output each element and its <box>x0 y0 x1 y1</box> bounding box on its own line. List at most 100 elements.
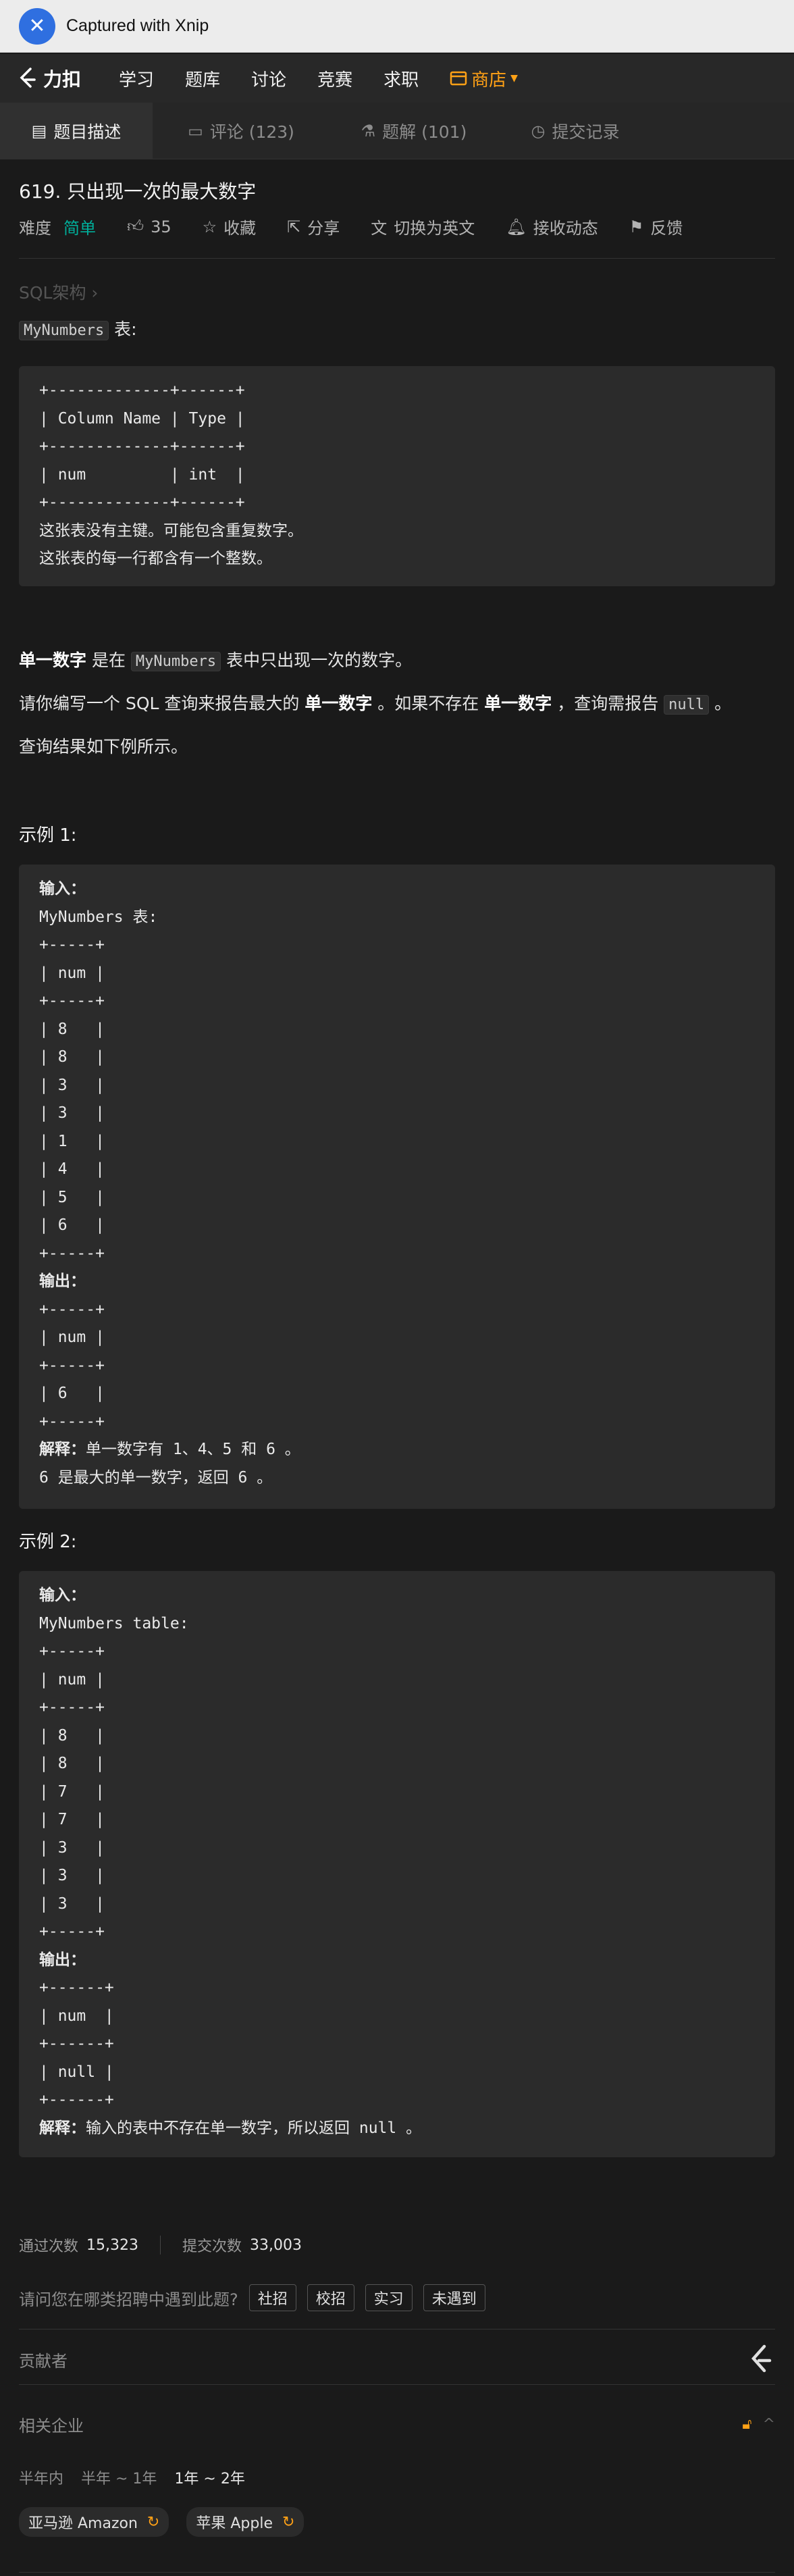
schema-caption-suffix: 表: <box>109 319 137 339</box>
p2-term-1: 单一数字 <box>305 694 373 713</box>
flag-icon: ⚑ <box>629 217 644 236</box>
leetcode-logo-icon <box>20 68 36 88</box>
capture-title: Captured with Xnip <box>66 16 209 35</box>
range-half-to-one-year[interactable]: 半年 ~ 1年 <box>81 2467 157 2488</box>
term-single-number: 单一数字 <box>19 650 87 670</box>
tab-submissions-label: 提交记录 <box>552 122 620 142</box>
example-1-output-code: +-----+ | num | +-----+ | 6 | +-----+ <box>39 1300 105 1431</box>
example-2-explain-label: 解释： <box>39 2119 86 2137</box>
p2-text-a: 请你编写一个 SQL 查询来报告最大的 <box>19 694 305 713</box>
example-2-output-label: 输出： <box>39 1951 86 1969</box>
nav-learn[interactable]: 学习 <box>119 66 154 91</box>
p2-code-null: null <box>664 695 710 715</box>
example-2-block: 输入： MyNumbers table: +-----+ | num | +--… <box>19 1571 775 2157</box>
share-button[interactable]: ⇱ 分享 <box>287 215 340 238</box>
feedback-button[interactable]: ⚑ 反馈 <box>629 215 683 238</box>
submitted-label: 提交次数 <box>182 2238 242 2255</box>
hiring-option-none[interactable]: 未遇到 <box>423 2284 485 2311</box>
tab-comments[interactable]: ▭ 评论 (123) <box>153 103 329 159</box>
contributors-divider-bottom <box>19 2384 775 2385</box>
contributors-row[interactable]: 贡献者 <box>19 2344 775 2375</box>
schema-note-2: 这张表的每一行都含有一个整数。 <box>39 550 272 567</box>
notify-button[interactable]: 🔔︎ 接收动态 <box>506 215 598 238</box>
thumbs-up-icon: 👍︎ <box>127 217 144 236</box>
chevron-down-icon: ▼ <box>510 73 518 84</box>
problem-title: 619. 只出现一次的最大数字 <box>19 180 257 203</box>
schema-table-name: MyNumbers <box>19 321 109 340</box>
notify-label: 接收动态 <box>533 219 598 238</box>
brand-name: 力扣 <box>43 68 82 91</box>
brand-logo[interactable]: 力扣 <box>18 65 81 92</box>
contributors-label: 贡献者 <box>19 2351 68 2371</box>
leetcode-small-icon: ↻ <box>147 2513 160 2531</box>
range-half-year[interactable]: 半年内 <box>19 2467 63 2488</box>
top-navigation: 力扣 学习 题库 讨论 竞赛 求职 商店 ▼ <box>0 54 794 103</box>
accepted-count: 15,323 <box>86 2236 138 2254</box>
like-button[interactable]: 👍︎ 35 <box>127 217 171 236</box>
companies-label: 相关企业 <box>19 2417 84 2436</box>
unlock-icon: 🔓︎ <box>742 2416 752 2433</box>
stats-separator <box>160 2236 161 2255</box>
tab-submissions[interactable]: ◷ 提交记录 <box>498 103 652 159</box>
p2-text-e: ，查询需报告 <box>552 694 664 713</box>
nav-shop[interactable]: 商店 ▼ <box>450 66 518 91</box>
p2-text-f: 。 <box>709 694 732 713</box>
hiring-option-social[interactable]: 社招 <box>248 2284 296 2311</box>
favorite-button[interactable]: ☆ 收藏 <box>203 215 257 238</box>
example-1-output-label: 输出： <box>39 1272 86 1290</box>
company-apple[interactable]: 苹果 Apple ↻ <box>186 2507 305 2537</box>
contributor-avatar-icon[interactable] <box>747 2344 775 2375</box>
leetcode-small-icon: ↻ <box>282 2513 295 2531</box>
tab-comments-label: 评论 (123) <box>209 122 294 142</box>
tab-solutions[interactable]: ⚗ 题解 (101) <box>329 103 498 159</box>
example-2-input-code: +-----+ | num | +-----+ | 8 | | 8 | | 7 … <box>39 1643 105 1940</box>
example-1-input-label: 输入： <box>39 880 86 898</box>
switch-language-button[interactable]: 文 切换为英文 <box>371 215 475 238</box>
document-icon: ▤ <box>31 122 47 140</box>
companies-header[interactable]: 相关企业 🔓︎ ^ <box>19 2413 775 2436</box>
example-2-table-label: MyNumbers table: <box>39 1614 189 1632</box>
description-p3: 查询结果如下例所示。 <box>19 737 188 756</box>
hiring-survey: 请问您在哪类招聘中遇到此题? 社招 校招 实习 未遇到 <box>19 2284 775 2311</box>
example-1-block: 输入： MyNumbers 表: +-----+ | num | +-----+… <box>19 865 775 1509</box>
flask-icon: ⚗ <box>361 122 376 140</box>
difficulty-badge: 简单 <box>63 219 96 238</box>
switch-language-label: 切换为英文 <box>394 219 475 238</box>
capture-bar: ✕ Captured with Xnip <box>0 0 794 53</box>
description-p2: 请你编写一个 SQL 查询来报告最大的 单一数字 。如果不存在 单一数字 ，查询… <box>19 690 731 719</box>
company-time-ranges: 半年内 半年 ~ 1年 1年 ~ 2年 <box>19 2467 775 2488</box>
nav-contest[interactable]: 竞赛 <box>317 66 352 91</box>
example-1-explain-2: 6 是最大的单一数字，返回 6 。 <box>39 1468 273 1487</box>
xnip-logo-icon: ✕ <box>19 7 55 45</box>
companies-unlock[interactable]: 🔓︎ ^ <box>742 2416 775 2433</box>
description-p1: 单一数字 是在 MyNumbers 表中只出现一次的数字。 <box>19 647 412 675</box>
schema-note-1: 这张表没有主键。可能包含重复数字。 <box>39 521 303 540</box>
nav-jobs[interactable]: 求职 <box>383 66 419 91</box>
p1-text-c: 表中只出现一次的数字。 <box>221 650 413 670</box>
schema-code-block: +-------------+------+ | Column Name | T… <box>19 366 775 586</box>
example-1-heading: 示例 1: <box>19 825 77 846</box>
hiring-option-intern[interactable]: 实习 <box>365 2284 413 2311</box>
comment-icon: ▭ <box>188 122 203 140</box>
translate-icon: 文 <box>371 219 388 238</box>
example-2-output-code: +------+ | num | +------+ | null | +----… <box>39 1979 114 2109</box>
range-one-to-two-years[interactable]: 1年 ~ 2年 <box>174 2467 244 2488</box>
footer-divider <box>19 2572 775 2573</box>
example-1-explain-1: 单一数字有 1、4、5 和 6 。 <box>86 1441 300 1458</box>
nav-discuss[interactable]: 讨论 <box>251 66 286 91</box>
breadcrumb[interactable]: SQL架构 › <box>19 280 98 304</box>
example-1-input-code: +-----+ | num | +-----+ | 8 | | 8 | | 3 … <box>39 936 105 1262</box>
example-2-heading: 示例 2: <box>19 1532 77 1552</box>
company-amazon[interactable]: 亚马逊 Amazon ↻ <box>19 2507 169 2537</box>
hiring-option-campus[interactable]: 校招 <box>307 2284 354 2311</box>
nav-problemset[interactable]: 题库 <box>185 66 220 91</box>
submission-stats: 通过次数 15,323 提交次数 33,003 <box>19 2234 302 2256</box>
p1-code: MyNumbers <box>130 652 221 671</box>
problem-meta: 难度 简单 👍︎ 35 ☆ 收藏 ⇱ 分享 文 切换为英文 🔔︎ 接收动态 ⚑ … <box>19 215 775 238</box>
share-icon: ⇱ <box>287 217 301 236</box>
tab-description[interactable]: ▤ 题目描述 <box>0 103 153 159</box>
company-list: 亚马逊 Amazon ↻ 苹果 Apple ↻ <box>19 2507 775 2537</box>
clock-icon: ◷ <box>531 122 546 140</box>
hiring-question: 请问您在哪类招聘中遇到此题? <box>19 2290 238 2309</box>
example-1-explain-label: 解释： <box>39 1441 86 1458</box>
